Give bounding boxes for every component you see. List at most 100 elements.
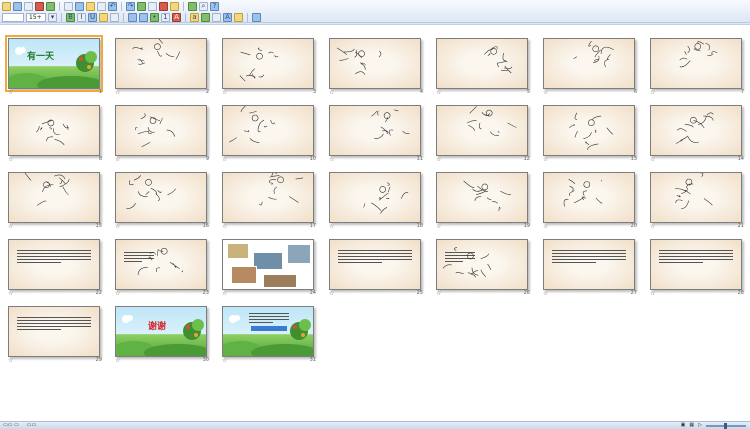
transition-star-icon[interactable]: ☆ (329, 291, 334, 297)
align-right-icon[interactable] (139, 12, 148, 22)
slide-thumbnail-29[interactable]: ☆ 29 (4, 303, 104, 365)
underline-icon[interactable]: U (88, 12, 97, 22)
design-icon[interactable] (234, 12, 243, 22)
slideshow-icon[interactable] (188, 1, 197, 11)
copy-icon[interactable] (75, 1, 84, 11)
slide-preview[interactable] (115, 105, 207, 156)
transition-star-icon[interactable]: ☆ (543, 157, 548, 163)
slide-thumbnail-5[interactable]: ☆ 5 (432, 35, 532, 97)
slide-thumbnail-2[interactable]: ☆ 2 (111, 35, 211, 97)
slide-preview[interactable]: 有一天 (5, 35, 103, 92)
transition-star-icon[interactable]: ☆ (8, 291, 13, 297)
shadow-icon[interactable] (99, 12, 108, 22)
slide-thumbnail-19[interactable]: ☆ 19 (432, 169, 532, 231)
slide-sorter-view[interactable]: 有一天 ☆ 1 ☆ 2 ☆ 3 ☆ 4 ☆ 5 ☆ 6 ☆ 7 ☆ 8 ☆ 9 ☆ 10 ☆ 11 ☆ 12 ☆ 13 ☆ 14 ☆ 15 ☆… (0, 24, 750, 421)
slide-thumbnail-14[interactable]: ☆ 14 (646, 102, 746, 164)
transition-star-icon[interactable]: ☆ (436, 291, 441, 297)
slide-thumbnail-28[interactable]: ☆ 28 (646, 236, 746, 298)
transition-star-icon[interactable]: ☆ (650, 90, 655, 96)
font-size-box[interactable]: 15+ (26, 12, 46, 22)
slide-preview[interactable] (436, 105, 528, 156)
slide-preview[interactable] (222, 38, 314, 89)
slide-thumbnail-30[interactable]: 谢谢 ☆ 30 (111, 303, 211, 365)
outdent-icon[interactable] (212, 12, 221, 22)
bold-icon[interactable]: B (66, 12, 75, 22)
slide-thumbnail-25[interactable]: ☆ 25 (325, 236, 425, 298)
transition-star-icon[interactable]: ☆ (436, 90, 441, 96)
slide-thumbnail-20[interactable]: ☆ 20 (539, 169, 639, 231)
slide-preview[interactable] (329, 38, 421, 89)
transition-star-icon[interactable]: ☆ (222, 224, 227, 230)
slide-thumbnail-11[interactable]: ☆ 11 (325, 102, 425, 164)
slide-thumbnail-8[interactable]: ☆ 8 (4, 102, 104, 164)
paste-icon[interactable] (86, 1, 95, 11)
slide-preview[interactable] (115, 239, 207, 290)
indent-icon[interactable] (201, 12, 210, 22)
folder-open-icon[interactable] (2, 1, 11, 11)
spell-icon[interactable] (46, 1, 55, 11)
slide-thumbnail-24[interactable]: ☆ 24 (218, 236, 318, 298)
transition-star-icon[interactable]: ☆ (329, 224, 334, 230)
transition-star-icon[interactable]: ☆ (8, 90, 13, 96)
transition-star-icon[interactable]: ☆ (329, 90, 334, 96)
picture-icon[interactable] (170, 1, 179, 11)
slide-preview[interactable] (329, 172, 421, 223)
slide-preview[interactable] (436, 172, 528, 223)
slide-thumbnail-12[interactable]: ☆ 12 (432, 102, 532, 164)
align-center-icon[interactable] (128, 12, 137, 22)
numbering-icon[interactable]: 1 (161, 12, 170, 22)
slide-preview[interactable] (543, 38, 635, 89)
transition-star-icon[interactable]: ☆ (8, 358, 13, 364)
slide-preview[interactable] (222, 306, 314, 357)
transition-star-icon[interactable]: ☆ (543, 291, 548, 297)
transition-star-icon[interactable]: ☆ (222, 90, 227, 96)
slide-preview[interactable] (115, 38, 207, 89)
slide-preview[interactable] (222, 172, 314, 223)
hyperlink-icon[interactable] (137, 1, 146, 11)
slide-preview[interactable] (329, 105, 421, 156)
slide-preview[interactable]: 谢谢 (115, 306, 207, 357)
transition-star-icon[interactable]: ☆ (650, 224, 655, 230)
preview-icon[interactable] (35, 1, 44, 11)
bullets-icon[interactable]: • (150, 12, 159, 22)
new-slide-icon[interactable] (252, 12, 261, 22)
transition-star-icon[interactable]: ☆ (115, 224, 120, 230)
font-size-dropdown-icon[interactable]: ▾ (48, 12, 57, 22)
slide-preview[interactable] (650, 105, 742, 156)
transition-star-icon[interactable]: ☆ (222, 358, 227, 364)
slide-preview[interactable] (543, 105, 635, 156)
transition-star-icon[interactable]: ☆ (115, 157, 120, 163)
slide-thumbnail-23[interactable]: ☆ 23 (111, 236, 211, 298)
slide-preview[interactable] (222, 239, 314, 290)
transition-star-icon[interactable]: ☆ (329, 157, 334, 163)
font-name-box[interactable] (2, 12, 24, 22)
slide-thumbnail-22[interactable]: ☆ 22 (4, 236, 104, 298)
print-icon[interactable] (24, 1, 33, 11)
slide-thumbnail-26[interactable]: ☆ 26 (432, 236, 532, 298)
sorter-view-icon[interactable]: ▦ (689, 422, 694, 429)
slide-thumbnail-15[interactable]: ☆ 15 (4, 169, 104, 231)
slide-preview[interactable] (8, 306, 100, 357)
slide-preview[interactable] (650, 172, 742, 223)
save-icon[interactable] (13, 1, 22, 11)
transition-star-icon[interactable]: ☆ (222, 157, 227, 163)
slide-thumbnail-1[interactable]: 有一天 ☆ 1 (4, 35, 104, 97)
transition-star-icon[interactable]: ☆ (8, 224, 13, 230)
transition-star-icon[interactable]: ☆ (650, 157, 655, 163)
transition-star-icon[interactable]: ☆ (543, 90, 548, 96)
increase-font-icon[interactable]: A (172, 12, 181, 22)
slide-thumbnail-6[interactable]: ☆ 6 (539, 35, 639, 97)
slide-preview[interactable] (650, 38, 742, 89)
slideshow-view-icon[interactable]: ▷ (698, 422, 702, 429)
slide-thumbnail-17[interactable]: ☆ 17 (218, 169, 318, 231)
zoom-icon[interactable]: ⌕ (199, 1, 208, 11)
transition-star-icon[interactable]: ☆ (8, 157, 13, 163)
slide-preview[interactable] (222, 105, 314, 156)
transition-star-icon[interactable]: ☆ (436, 224, 441, 230)
slide-thumbnail-9[interactable]: ☆ 9 (111, 102, 211, 164)
table-icon[interactable] (148, 1, 157, 11)
decrease-font-icon[interactable]: a (190, 12, 199, 22)
font-color-icon[interactable]: A (223, 12, 232, 22)
slide-thumbnail-13[interactable]: ☆ 13 (539, 102, 639, 164)
chart-icon[interactable] (159, 1, 168, 11)
